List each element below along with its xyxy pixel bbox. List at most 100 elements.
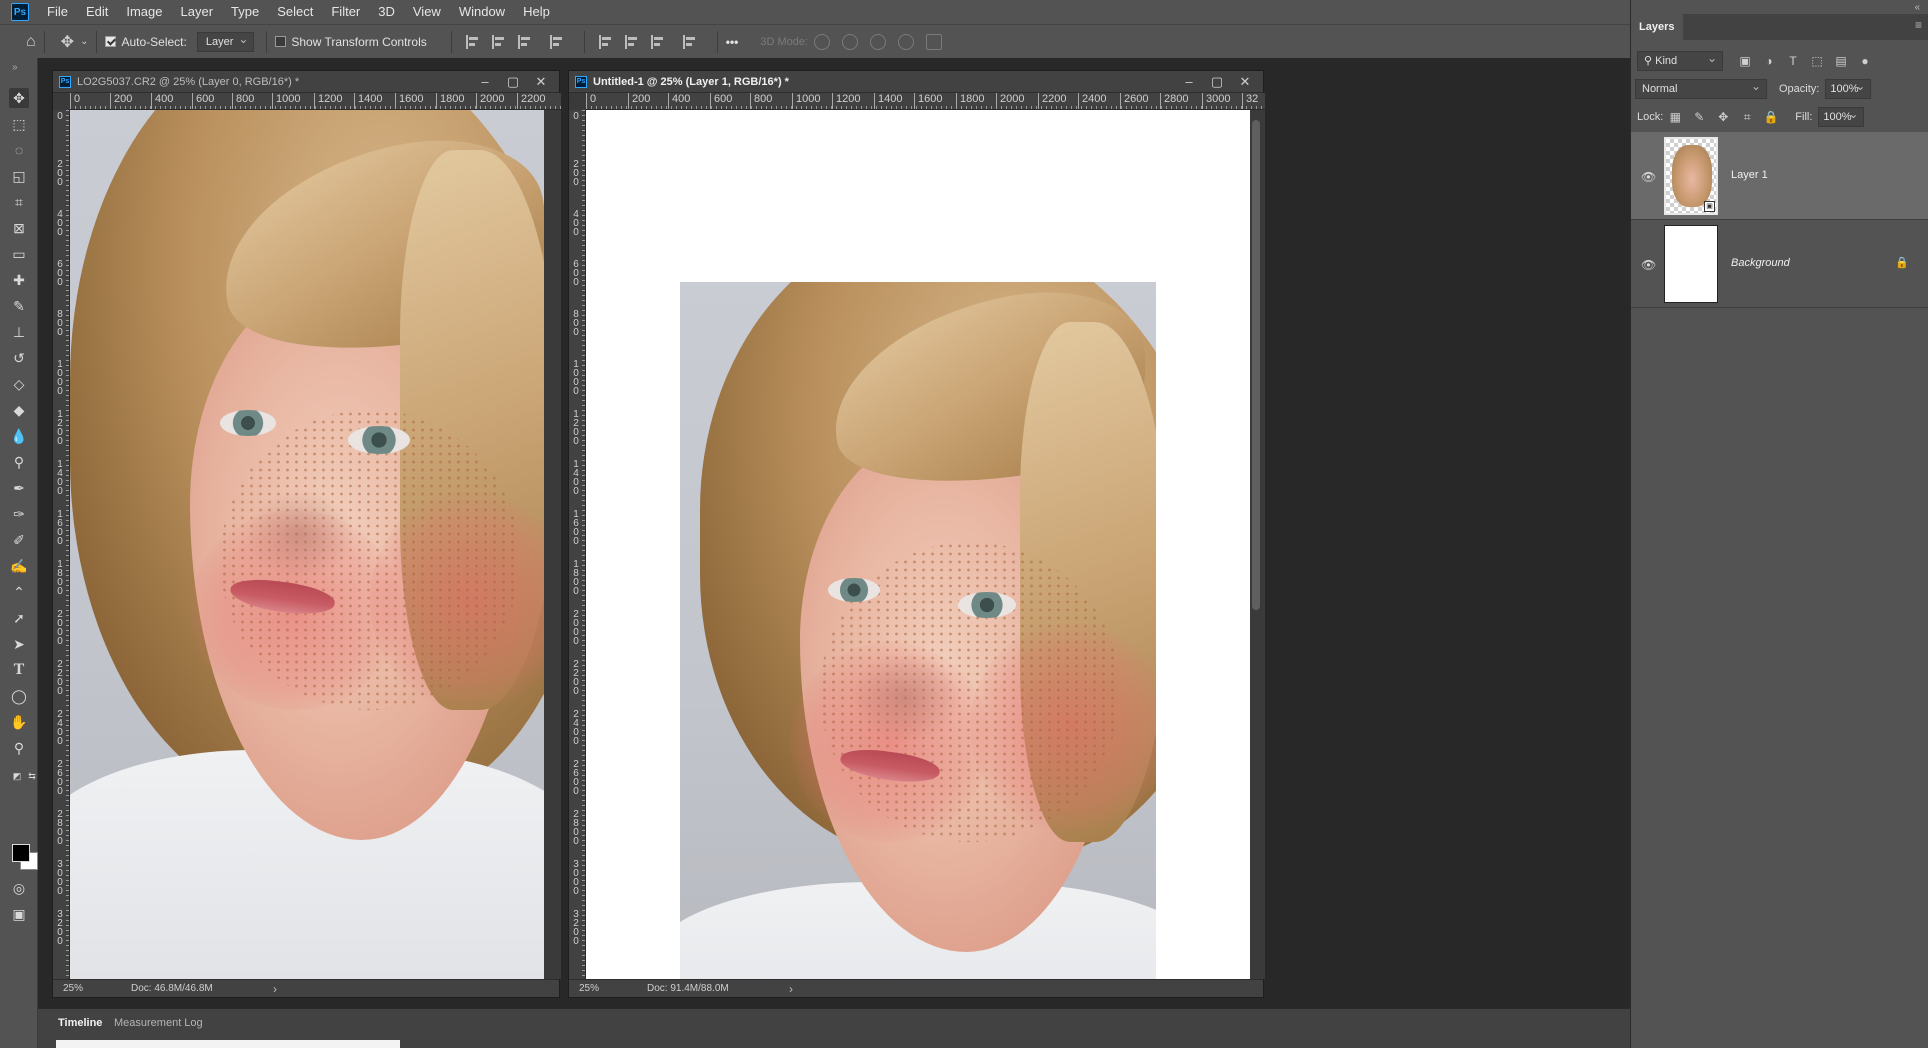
- align-right-edges-icon[interactable]: [517, 34, 532, 49]
- status-menu-chevron-icon[interactable]: ›: [789, 982, 793, 996]
- eraser-tool-icon[interactable]: ◇: [9, 374, 29, 394]
- blur-tool-icon[interactable]: 💧: [9, 426, 29, 446]
- direct-selection-tool-icon[interactable]: ➚: [9, 608, 29, 628]
- align-left-edges-icon[interactable]: [465, 34, 480, 49]
- scrollbar-thumb[interactable]: [1252, 120, 1260, 610]
- freeform-pen-tool-icon[interactable]: ✑: [9, 504, 29, 524]
- curvature-pen-tool-icon[interactable]: ✐: [9, 530, 29, 550]
- filter-type-icon[interactable]: T: [1781, 54, 1805, 68]
- menu-3d[interactable]: 3D: [369, 0, 404, 24]
- fill-field[interactable]: 100%: [1818, 105, 1865, 127]
- lock-position-icon[interactable]: ✥: [1711, 110, 1735, 124]
- swap-colors-icon[interactable]: ⇆: [26, 766, 38, 786]
- hand-tool-icon[interactable]: ✋: [9, 712, 29, 732]
- layer-name[interactable]: Layer 1: [1731, 169, 1768, 181]
- distribute-horizontal-icon[interactable]: [682, 34, 697, 49]
- zoom-level-field[interactable]: 25%: [569, 983, 619, 994]
- tab-layers[interactable]: Layers: [1631, 14, 1683, 40]
- horizontal-ruler[interactable]: 0 200 400 600 800 1000 1200 1400 1600 18…: [586, 93, 1265, 110]
- type-tool-icon[interactable]: T: [9, 660, 29, 680]
- document-title-bar[interactable]: Ps LO2G5037.CR2 @ 25% (Layer 0, RGB/16*)…: [53, 71, 559, 93]
- move-tool-icon[interactable]: ✥: [61, 32, 74, 52]
- eye-icon[interactable]: 👁: [1641, 170, 1656, 184]
- toolbar-collapse-icon[interactable]: »: [12, 62, 19, 73]
- document-info[interactable]: Doc: 46.8M/46.8M: [103, 983, 273, 994]
- ruler-tool-icon[interactable]: ▭: [9, 244, 29, 264]
- menu-help[interactable]: Help: [514, 0, 559, 24]
- minimize-icon[interactable]: –: [471, 74, 499, 89]
- convert-point-tool-icon[interactable]: ⌃: [9, 582, 29, 602]
- filter-pixel-icon[interactable]: ▣: [1733, 54, 1757, 68]
- collapse-panels-icon[interactable]: «: [1914, 2, 1920, 13]
- menu-window[interactable]: Window: [450, 0, 514, 24]
- tab-measurement-log[interactable]: Measurement Log: [114, 1017, 203, 1029]
- menu-file[interactable]: File: [38, 0, 77, 24]
- horizontal-ruler[interactable]: 0 200 400 600 800 1000 1200 1400 1600 18…: [70, 93, 561, 110]
- eye-icon[interactable]: 👁: [1641, 258, 1656, 272]
- vertical-scrollbar[interactable]: [1250, 110, 1265, 979]
- auto-select-checkbox[interactable]: [105, 36, 117, 47]
- minimize-icon[interactable]: –: [1175, 74, 1203, 89]
- maximize-icon[interactable]: ▢: [499, 74, 527, 90]
- zoom-level-field[interactable]: 25%: [53, 983, 103, 994]
- align-vertical-centers-icon[interactable]: [624, 34, 639, 49]
- lock-artboard-icon[interactable]: ⌗: [1735, 110, 1759, 125]
- show-transform-checkbox[interactable]: [275, 36, 287, 47]
- dodge-tool-icon[interactable]: ⚲: [9, 452, 29, 472]
- foreground-color-swatch[interactable]: [12, 844, 30, 862]
- layer-row-background[interactable]: 👁 Background 🔒: [1631, 220, 1928, 308]
- zoom-tool-icon[interactable]: ⚲: [9, 738, 29, 758]
- move-tool-icon[interactable]: ✥: [9, 88, 29, 108]
- panel-menu-icon[interactable]: ≡: [1915, 18, 1922, 32]
- menu-image[interactable]: Image: [117, 0, 171, 24]
- opacity-field[interactable]: 100%: [1825, 77, 1872, 99]
- paint-bucket-tool-icon[interactable]: ◆: [9, 400, 29, 420]
- vertical-ruler[interactable]: 0 200 400 600 800 1000 1200 1400 1600 18…: [569, 110, 586, 979]
- menu-type[interactable]: Type: [222, 0, 268, 24]
- healing-brush-tool-icon[interactable]: ✚: [9, 270, 29, 290]
- align-horizontal-centers-icon[interactable]: [491, 34, 506, 49]
- menu-select[interactable]: Select: [268, 0, 322, 24]
- distribute-vertical-icon[interactable]: [549, 34, 564, 49]
- document-window-lo2g5037[interactable]: Ps LO2G5037.CR2 @ 25% (Layer 0, RGB/16*)…: [52, 70, 561, 998]
- default-colors-icon[interactable]: ◩: [11, 766, 23, 786]
- menu-layer[interactable]: Layer: [172, 0, 223, 24]
- filter-adjustment-icon[interactable]: ◑: [1757, 54, 1781, 68]
- tool-preset-chevron-icon[interactable]: ⌄: [80, 36, 88, 47]
- menu-filter[interactable]: Filter: [322, 0, 369, 24]
- lock-image-pixels-icon[interactable]: ✎: [1687, 110, 1711, 124]
- lock-transparent-pixels-icon[interactable]: ▦: [1663, 110, 1687, 124]
- clone-stamp-tool-icon[interactable]: ⊥: [9, 322, 29, 342]
- pen-tool-icon[interactable]: ✒: [9, 478, 29, 498]
- canvas[interactable]: [586, 110, 1265, 979]
- align-bottom-edges-icon[interactable]: [650, 34, 665, 49]
- lock-all-icon[interactable]: 🔒: [1759, 110, 1783, 124]
- filter-smart-object-icon[interactable]: ▤: [1829, 54, 1853, 68]
- vertical-scrollbar[interactable]: [544, 110, 561, 979]
- document-info[interactable]: Doc: 91.4M/88.0M: [619, 983, 789, 994]
- filter-kind-dropdown[interactable]: ⚲ Kind: [1637, 49, 1723, 71]
- crop-tool-icon[interactable]: ⌗: [9, 192, 29, 212]
- align-top-edges-icon[interactable]: [598, 34, 613, 49]
- filter-shape-icon[interactable]: ⬚: [1805, 54, 1829, 68]
- object-selection-tool-icon[interactable]: ◱: [9, 166, 29, 186]
- tab-timeline[interactable]: Timeline: [58, 1017, 102, 1029]
- close-icon[interactable]: ✕: [1231, 74, 1259, 90]
- path-selection-tool-icon[interactable]: ➤: [9, 634, 29, 654]
- lasso-tool-icon[interactable]: ◌: [9, 140, 29, 160]
- history-brush-tool-icon[interactable]: ↺: [9, 348, 29, 368]
- layer-name[interactable]: Background: [1731, 257, 1790, 269]
- add-anchor-point-tool-icon[interactable]: ✍: [9, 556, 29, 576]
- close-icon[interactable]: ✕: [527, 74, 555, 90]
- canvas[interactable]: [70, 110, 561, 979]
- maximize-icon[interactable]: ▢: [1203, 74, 1231, 90]
- auto-select-target-dropdown[interactable]: Layer: [196, 30, 255, 52]
- status-menu-chevron-icon[interactable]: ›: [273, 982, 277, 996]
- quick-mask-icon[interactable]: ◎: [9, 878, 29, 898]
- document-title-bar[interactable]: Ps Untitled-1 @ 25% (Layer 1, RGB/16*) *…: [569, 71, 1263, 93]
- vertical-ruler[interactable]: 0 200 400 600 800 1000 1200 1400 1600 18…: [53, 110, 70, 979]
- menu-view[interactable]: View: [404, 0, 450, 24]
- layer-row-layer-1[interactable]: 👁 ▣ Layer 1: [1631, 132, 1928, 220]
- frame-tool-icon[interactable]: ⊠: [9, 218, 29, 238]
- filter-toggle-icon[interactable]: ●: [1853, 54, 1877, 68]
